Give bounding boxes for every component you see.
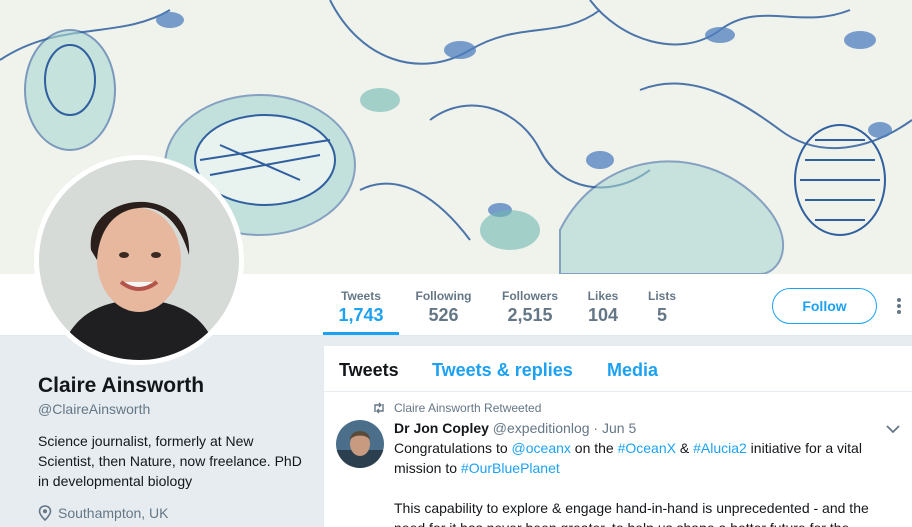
stat-tweets[interactable]: Tweets 1,743 bbox=[323, 274, 399, 335]
avatar-photo bbox=[39, 160, 239, 360]
tweet-header: Dr Jon Copley @expeditionlog · Jun 5 bbox=[394, 420, 636, 436]
tweet-text: Congratulations to @oceanx on the #Ocean… bbox=[394, 439, 884, 478]
hashtag-link[interactable]: #OceanX bbox=[618, 440, 676, 456]
stat-value: 5 bbox=[656, 305, 667, 325]
stat-label: Tweets bbox=[341, 289, 381, 303]
stat-followers[interactable]: Followers 2,515 bbox=[494, 274, 566, 335]
tweet-avatar-photo bbox=[336, 420, 384, 468]
tweet-text-continued: This capability to explore & engage hand… bbox=[394, 500, 869, 527]
stat-value: 526 bbox=[428, 305, 459, 325]
chevron-down-icon[interactable] bbox=[886, 424, 900, 434]
follow-button[interactable]: Follow bbox=[772, 288, 877, 324]
tab-tweets[interactable]: Tweets bbox=[339, 360, 399, 381]
stat-value: 1,743 bbox=[338, 305, 384, 325]
tweet-separator: · bbox=[593, 420, 599, 436]
stat-label: Likes bbox=[587, 289, 619, 303]
stat-label: Following bbox=[415, 289, 472, 303]
mention-link[interactable]: @oceanx bbox=[512, 440, 571, 456]
profile-handle[interactable]: @ClaireAinsworth bbox=[38, 401, 150, 417]
stat-likes[interactable]: Likes 104 bbox=[580, 274, 626, 335]
hashtag-link[interactable]: #OurBluePlanet bbox=[461, 460, 560, 476]
profile-location: Southampton, UK bbox=[38, 505, 169, 521]
tweet-date[interactable]: Jun 5 bbox=[602, 420, 636, 436]
stat-label: Lists bbox=[647, 289, 676, 303]
retweet-context-text: Claire Ainsworth Retweeted bbox=[394, 401, 542, 415]
stat-label: Followers bbox=[501, 289, 558, 303]
location-pin-icon bbox=[38, 505, 52, 521]
location-text: Southampton, UK bbox=[58, 505, 169, 521]
profile-avatar[interactable] bbox=[34, 155, 244, 365]
tweet-text-part: on the bbox=[570, 440, 618, 456]
tab-media[interactable]: Media bbox=[607, 360, 658, 381]
hashtag-link[interactable]: #Alucia2 bbox=[693, 440, 747, 456]
stat-value: 2,515 bbox=[507, 305, 553, 325]
tweet-author-handle[interactable]: @expeditionlog bbox=[493, 420, 590, 436]
tweet-author-avatar[interactable] bbox=[336, 420, 384, 468]
more-options-icon[interactable] bbox=[894, 296, 904, 316]
profile-bio: Science journalist, formerly at New Scie… bbox=[38, 433, 302, 489]
profile-name[interactable]: Claire Ainsworth bbox=[38, 374, 204, 398]
stat-lists[interactable]: Lists 5 bbox=[642, 274, 682, 335]
timeline-tabs: Tweets Tweets & replies Media bbox=[324, 346, 912, 392]
tweet-text-part: & bbox=[675, 440, 694, 456]
stat-following[interactable]: Following 526 bbox=[406, 274, 481, 335]
stat-value: 104 bbox=[587, 305, 619, 325]
retweet-icon bbox=[374, 402, 384, 414]
retweet-context[interactable]: Claire Ainsworth Retweeted bbox=[372, 401, 541, 415]
tweet-text-part: Congratulations to bbox=[394, 440, 512, 456]
tab-tweets-replies[interactable]: Tweets & replies bbox=[432, 360, 573, 381]
tweet-author-name[interactable]: Dr Jon Copley bbox=[394, 420, 489, 436]
